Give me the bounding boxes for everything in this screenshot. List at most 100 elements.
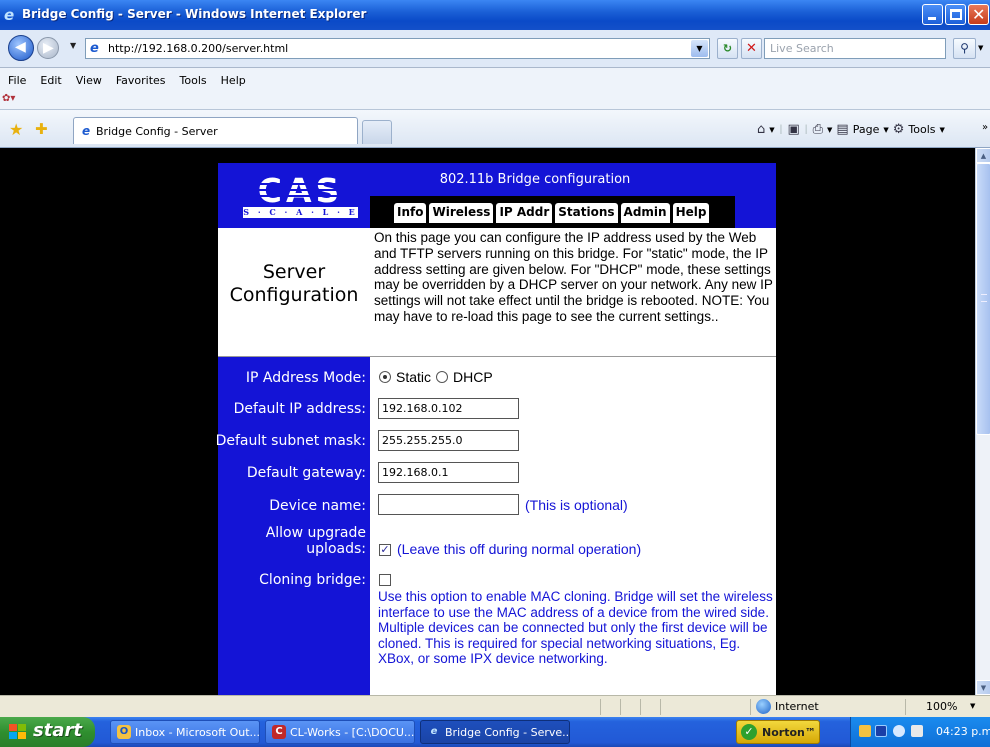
menu-favorites[interactable]: Favorites	[116, 74, 166, 87]
status-separator	[750, 699, 751, 715]
refresh-button[interactable]: ↻	[717, 38, 738, 59]
cloning-checkbox[interactable]	[379, 574, 391, 586]
status-separator	[600, 699, 601, 715]
translate-icon[interactable]: ✿▾	[2, 93, 28, 107]
tray-network-icon[interactable]	[875, 725, 887, 737]
allow-upgrade-label-line2: uploads:	[306, 541, 366, 557]
search-button[interactable]: ⚲	[953, 38, 976, 59]
tab-bar: ★ ✚ e Bridge Config - Server ⌂ ▼ │ ▣ │ ⎙ ▼…	[0, 110, 990, 148]
vertical-scrollbar[interactable]: ▲ ▼	[975, 148, 990, 695]
recent-pages-dropdown-icon[interactable]: ▼	[70, 41, 76, 50]
device-name-input[interactable]	[378, 494, 519, 515]
default-ip-input[interactable]: 192.168.0.102	[378, 398, 519, 419]
start-label: start	[33, 720, 82, 741]
radio-dhcp[interactable]	[436, 371, 449, 383]
zoom-dropdown-icon[interactable]: ▼	[970, 702, 975, 710]
menu-edit[interactable]: Edit	[40, 74, 61, 87]
zoom-level[interactable]: 100%	[926, 700, 957, 713]
gateway-input[interactable]: 192.168.0.1	[378, 462, 519, 483]
windows-flag-icon	[9, 724, 27, 740]
allow-upgrade-hint: (Leave this off during normal operation)	[397, 541, 642, 557]
fields-column: Static DHCP 192.168.0.102 255.255.255.0 …	[370, 357, 776, 695]
minimize-button[interactable]	[922, 4, 943, 25]
nav-wireless[interactable]: Wireless	[429, 203, 494, 223]
home-dropdown-icon[interactable]: ▼	[769, 126, 774, 134]
stop-button[interactable]: ✕	[741, 38, 762, 59]
flag-quadrant	[9, 732, 17, 739]
search-placeholder: Live Search	[770, 42, 834, 55]
separator: │	[778, 125, 784, 134]
search-input[interactable]: Live Search	[764, 38, 946, 59]
nav-stations[interactable]: Stations	[555, 203, 618, 223]
config-panel: CAS S · C · A · L · E 802.11b Bridge con…	[216, 163, 776, 695]
flag-quadrant	[18, 724, 26, 731]
toolbar-overflow-icon[interactable]: »	[982, 122, 988, 133]
new-tab-button[interactable]	[362, 120, 392, 144]
logo-subtext: S · C · A · L · E	[243, 207, 358, 218]
separator: │	[803, 125, 809, 134]
radio-static[interactable]	[379, 371, 391, 383]
allow-upgrade-label-line1: Allow upgrade	[265, 525, 366, 541]
ip-mode-group: Static DHCP	[379, 369, 493, 385]
nav-info[interactable]: Info	[394, 203, 427, 223]
scroll-up-icon[interactable]: ▲	[976, 148, 990, 163]
internet-zone-icon	[756, 699, 771, 714]
feeds-icon[interactable]: ▣	[787, 122, 799, 137]
maximize-button[interactable]	[945, 4, 966, 25]
subnet-mask-input[interactable]: 255.255.255.0	[378, 430, 519, 451]
add-favorites-icon[interactable]: ✚	[35, 120, 48, 138]
cas-logo: CAS S · C · A · L · E	[243, 174, 358, 218]
status-separator	[660, 699, 661, 715]
taskbar-item-clworks[interactable]: C CL-Works - [C:\DOCU...	[265, 720, 415, 744]
address-input[interactable]: e http://192.168.0.200/server.html ▼	[85, 38, 710, 59]
address-dropdown-icon[interactable]: ▼	[691, 40, 708, 57]
section-title-line1: Server	[262, 261, 326, 283]
page-dropdown-icon[interactable]: ▼	[883, 126, 888, 134]
window-title-bar: e Bridge Config - Server - Windows Inter…	[0, 0, 990, 30]
security-zone: Internet	[775, 700, 819, 713]
menu-file[interactable]: File	[8, 74, 26, 87]
menu-tools[interactable]: Tools	[180, 74, 207, 87]
taskbar-item-bridge-config[interactable]: e Bridge Config - Serve...	[420, 720, 570, 744]
search-options-dropdown-icon[interactable]: ▼	[978, 44, 983, 52]
ip-mode-label: IP Address Mode:	[245, 370, 366, 386]
url-text: http://192.168.0.200/server.html	[108, 42, 289, 55]
nav-ip-addr[interactable]: IP Addr	[496, 203, 553, 223]
tray-volume-icon[interactable]	[911, 725, 923, 737]
taskbar-item-outlook[interactable]: O Inbox - Microsoft Out...	[110, 720, 260, 744]
flag-quadrant	[18, 732, 26, 739]
norton-button[interactable]: ✓ Norton™	[736, 720, 820, 744]
tab-label: Bridge Config - Server	[96, 125, 218, 138]
scroll-thumb[interactable]	[976, 163, 990, 435]
cloning-label: Cloning bridge:	[259, 572, 366, 588]
favorites-star-icon[interactable]: ★	[9, 120, 23, 139]
menu-view[interactable]: View	[76, 74, 102, 87]
forward-button[interactable]: ▶	[37, 37, 59, 59]
section-title: Server Configuration	[218, 261, 370, 307]
print-dropdown-icon[interactable]: ▼	[827, 126, 832, 134]
tray-outlook-icon[interactable]	[859, 725, 871, 737]
labels-column: IP Address Mode: Default IP address: Def…	[216, 357, 370, 695]
tools-dropdown-icon[interactable]: ▼	[940, 126, 945, 134]
print-icon[interactable]: ⎙	[813, 122, 823, 137]
nav-admin[interactable]: Admin	[620, 203, 670, 223]
logo-stripe	[243, 195, 358, 197]
tab-bridge-config[interactable]: e Bridge Config - Server	[73, 117, 358, 144]
maximize-icon	[950, 9, 962, 20]
gateway-label: Default gateway:	[246, 465, 366, 481]
tools-menu-button[interactable]: Tools	[908, 123, 935, 136]
taskbar-item-label: Inbox - Microsoft Out...	[135, 726, 260, 739]
command-bar: ⌂ ▼ │ ▣ │ ⎙ ▼ ▤ Page ▼ ⚙ Tools ▼	[757, 122, 945, 137]
nav-help[interactable]: Help	[672, 203, 710, 223]
tray-security-icon[interactable]	[893, 725, 905, 737]
scroll-down-icon[interactable]: ▼	[976, 680, 990, 695]
start-button[interactable]: start	[0, 717, 95, 747]
window-title: Bridge Config - Server - Windows Interne…	[22, 7, 367, 21]
menu-help[interactable]: Help	[221, 74, 246, 87]
back-button[interactable]: ◀	[8, 35, 34, 61]
page-menu-button[interactable]: Page	[853, 123, 880, 136]
allow-upgrade-checkbox[interactable]: ✓	[379, 544, 391, 556]
close-button[interactable]: ✕	[968, 4, 989, 25]
home-icon[interactable]: ⌂	[757, 122, 765, 137]
system-tray: 04:23 p.m.	[850, 717, 990, 747]
